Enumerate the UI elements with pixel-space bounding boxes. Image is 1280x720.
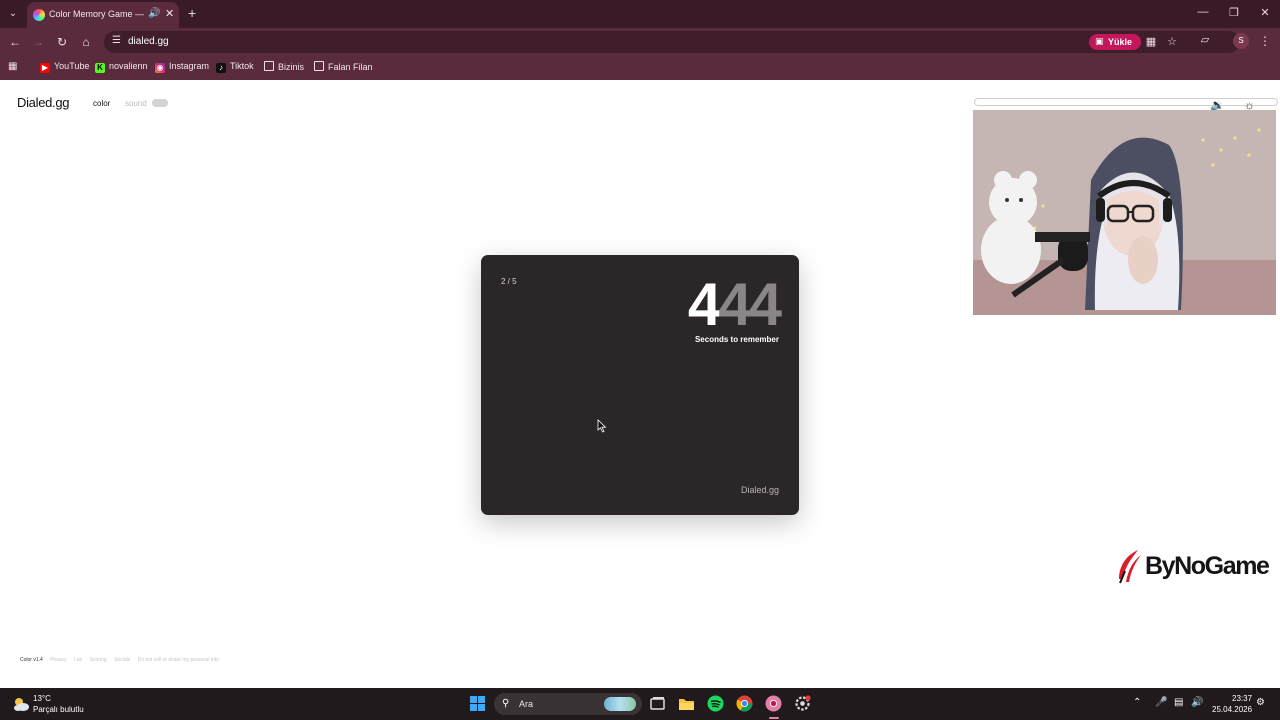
extensions-icon[interactable]: ▱ — [1198, 33, 1212, 46]
tray-overflow-icon[interactable]: ⌃ — [1133, 697, 1141, 708]
task-view-icon[interactable] — [649, 695, 666, 712]
search-icon: ⚲ — [502, 698, 510, 709]
mouse-cursor-icon — [597, 419, 607, 433]
page-footer: Color v1.4 Privacy Lab Scoring Socials D… — [20, 657, 225, 663]
profile-avatar[interactable]: S — [1233, 33, 1249, 49]
countdown-display: 444 — [687, 271, 782, 339]
back-icon[interactable]: ← — [7, 34, 23, 50]
url-text[interactable]: dialed.gg — [128, 36, 169, 47]
bookmark-novalienn[interactable]: Knovalienn — [95, 61, 148, 75]
footer-version: Color v1.4 — [20, 657, 43, 663]
site-logo[interactable]: Dialed.gg — [17, 95, 70, 110]
tab-color-memory-game[interactable]: Color Memory Game — Ho 🔊 ✕ — [27, 2, 179, 28]
bookmark-label: Bizinis — [278, 62, 305, 72]
chrome-profile-icon[interactable] — [765, 695, 782, 712]
countdown-caption: Seconds to remember — [694, 335, 779, 344]
address-bar[interactable]: ☰ dialed.gg ▣ Yükle ▦ ☆ — [104, 31, 1240, 53]
volume-icon[interactable]: 🔊 — [1191, 697, 1203, 708]
footer-privacy-link[interactable]: Privacy — [50, 657, 66, 663]
webcam-feed — [973, 110, 1276, 315]
microphone-icon[interactable]: 🎤 — [1155, 697, 1167, 708]
bookmark-label: Tiktok — [230, 61, 254, 71]
countdown-digit: 4 — [748, 271, 782, 338]
file-explorer-icon[interactable] — [678, 695, 695, 712]
chrome-icon[interactable] — [736, 695, 753, 712]
folder-icon — [314, 61, 324, 71]
yukle-label: Yükle — [1108, 37, 1133, 47]
windows-start-icon[interactable] — [470, 696, 485, 711]
weather-description[interactable]: Parçalı bulutlu — [33, 705, 84, 714]
new-badge — [152, 99, 168, 107]
bookmark-tiktok[interactable]: ♪ Tiktok — [216, 61, 254, 75]
footer-lab-link[interactable]: Lab — [74, 657, 82, 663]
minimize-icon[interactable]: — — [1195, 6, 1211, 18]
restore-icon[interactable]: ❐ — [1226, 6, 1242, 19]
footer-socials-link[interactable]: Socials — [114, 657, 130, 663]
game-card[interactable]: 2 / 5 444 Seconds to remember Dialed.gg — [481, 255, 799, 515]
overlay-progress-bar — [974, 98, 1278, 106]
bookmark-youtube[interactable]: ▶ YouTube — [40, 61, 89, 75]
yukle-button[interactable]: ▣ Yükle — [1089, 34, 1141, 50]
site-info-icon[interactable]: ☰ — [112, 35, 121, 46]
bookmark-instagram[interactable]: ◉ Instagram — [155, 61, 209, 75]
instagram-icon: ◉ — [155, 63, 165, 73]
reload-icon[interactable]: ↻ — [54, 34, 70, 50]
active-app-indicator — [769, 717, 779, 719]
bynogame-feather-icon — [1119, 550, 1141, 584]
settings-app-icon[interactable] — [794, 695, 811, 712]
spotify-icon[interactable] — [707, 695, 724, 712]
notification-bell-icon[interactable]: ⚙ — [1256, 697, 1265, 708]
windows-taskbar: 13°C Parçalı bulutlu ⚲ Ara ⌃ 🎤 ▤ 🔊 23:37… — [0, 688, 1280, 720]
kick-icon: K — [95, 63, 105, 73]
bookmark-label: Falan Filan — [328, 62, 373, 72]
partly-cloudy-icon[interactable] — [12, 696, 30, 712]
site-favicon-icon — [33, 9, 45, 21]
mode-sound-link[interactable]: sound — [125, 99, 147, 108]
mode-color-link[interactable]: color — [93, 99, 110, 108]
tab-audio-icon[interactable]: 🔊 — [148, 8, 160, 19]
browser-toolbar: ← → ↻ ⌂ ☰ dialed.gg ▣ Yükle ▦ ☆ ▱ — [0, 28, 1280, 56]
install-icon: ▣ — [1095, 36, 1104, 46]
weather-temperature[interactable]: 13°C — [33, 694, 51, 703]
tab-title: Color Memory Game — Ho — [49, 9, 145, 19]
countdown-digit: 4 — [718, 271, 751, 338]
bynogame-wordmark: ByNoGame — [1145, 552, 1270, 580]
search-highlight-image — [604, 697, 636, 711]
tab-close-icon[interactable]: ✕ — [165, 7, 174, 20]
network-icon[interactable]: ▤ — [1174, 697, 1183, 708]
bookmark-label: Instagram — [169, 61, 210, 71]
clock-time[interactable]: 23:37 — [1232, 694, 1252, 703]
bookmark-label: novalienn — [109, 61, 148, 71]
home-icon[interactable]: ⌂ — [78, 34, 94, 50]
search-placeholder: Ara — [519, 699, 534, 709]
apps-grid-icon[interactable]: ▦ — [8, 61, 17, 72]
clock-date[interactable]: 25.04.2026 — [1212, 705, 1252, 714]
bookmark-folder-falan-filan[interactable]: Falan Filan — [314, 61, 373, 75]
footer-privacy-optout-link[interactable]: Do not sell or share my personal info — [138, 657, 219, 663]
browser-tab-strip: ⌄ Color Memory Game — Ho 🔊 ✕ + — ❐ ✕ — [0, 0, 1280, 28]
footer-scoring-link[interactable]: Scoring — [90, 657, 107, 663]
taskbar-search-box[interactable]: ⚲ Ara — [494, 693, 642, 715]
countdown-digit: 4 — [687, 271, 721, 338]
bookmark-folder-bizinis[interactable]: Bizinis — [264, 61, 304, 75]
tab-search-chevron-icon[interactable]: ⌄ — [5, 6, 21, 22]
window-close-icon[interactable]: ✕ — [1257, 6, 1273, 19]
card-brand-watermark: Dialed.gg — [740, 485, 779, 495]
translate-icon[interactable]: ▦ — [1144, 35, 1158, 48]
bookmark-label: YouTube — [54, 61, 90, 71]
round-counter: 2 / 5 — [501, 277, 517, 286]
bookmark-star-icon[interactable]: ☆ — [1165, 35, 1179, 48]
new-tab-button[interactable]: + — [188, 5, 196, 21]
forward-icon[interactable]: → — [30, 34, 46, 50]
folder-icon — [264, 61, 274, 71]
bookmarks-bar: ▦ ▶ YouTube Knovalienn ◉ Instagram ♪ Tiktok… — [0, 56, 1280, 80]
browser-menu-icon[interactable]: ⋮ — [1259, 34, 1271, 48]
youtube-icon: ▶ — [40, 63, 50, 73]
tiktok-icon: ♪ — [216, 63, 226, 73]
